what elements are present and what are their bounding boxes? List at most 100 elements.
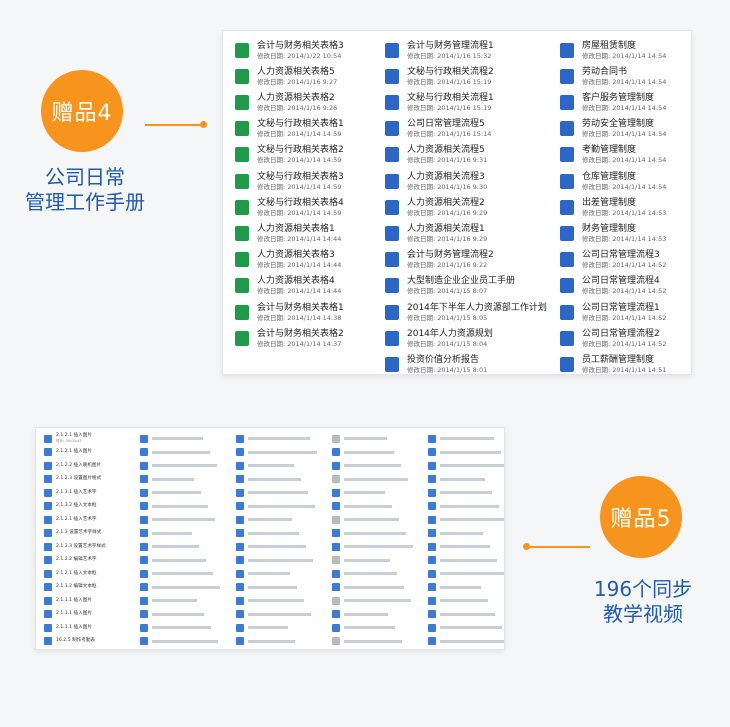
- video-name-placeholder: [440, 531, 483, 535]
- file-name: 人力资源相关表格1: [257, 223, 335, 234]
- video-name-placeholder: [344, 437, 387, 440]
- file-item[interactable]: excel-icon 人力资源相关表格1修改日期: 2014/1/14 14:44: [235, 220, 385, 246]
- file-item[interactable]: word-icon 人力资源相关流程5修改日期: 2014/1/16 9:31: [385, 142, 560, 168]
- file-item[interactable]: excel-icon 文秘与行政相关表格4修改日期: 2014/1/14 14:5…: [235, 194, 385, 220]
- video-item[interactable]: 2.1.2.3 设置艺术字样式: [44, 540, 106, 553]
- file-item[interactable]: excel-icon 人力资源相关表格5修改日期: 2014/1/16 9:27: [235, 63, 385, 89]
- video-duration: 时长: 00:00:47: [56, 439, 82, 443]
- file-text: 考勤管理制度 修改日期: 2014/1/14 14:54: [582, 144, 666, 165]
- file-item[interactable]: excel-icon 文秘与行政相关表格2修改日期: 2014/1/14 14:5…: [235, 142, 385, 168]
- file-item[interactable]: excel-icon 会计与财务相关表格2修改日期: 2014/1/14 14:3…: [235, 325, 385, 351]
- file-item[interactable]: word-icon 公司日常管理流程4修改日期: 2014/1/14 14:52: [560, 273, 690, 299]
- video-item[interactable]: 2.1.1.2 编辑文本框: [44, 581, 97, 594]
- file-modified-date: 修改日期: 2014/1/22 10:54: [257, 51, 342, 60]
- file-item[interactable]: word-icon 公司日常管理流程5修改日期: 2014/1/16 15:14: [385, 116, 560, 142]
- video-item[interactable]: 2.1.2.2 编辑艺术字: [44, 554, 97, 567]
- video-item-placeholder: [428, 621, 502, 634]
- file-text: 会计与财务相关表格3 修改日期: 2014/1/22 10:54: [257, 40, 344, 61]
- file-item[interactable]: excel-icon 人力资源相关表格2修改日期: 2014/1/16 9:26: [235, 89, 385, 115]
- video-file-icon: [44, 637, 52, 645]
- file-item[interactable]: word-icon 人力资源相关流程1修改日期: 2014/1/16 9:29: [385, 220, 560, 246]
- file-item[interactable]: excel-icon 人力资源相关表格4修改日期: 2014/1/14 14:44: [235, 273, 385, 299]
- file-name: 仓库管理制度: [582, 171, 637, 182]
- video-item[interactable]: 2.1.2.2 插入联机图片: [44, 459, 101, 472]
- video-name-placeholder: [440, 450, 501, 454]
- file-item[interactable]: word-icon 劳动合同书修改日期: 2014/1/14 14:54: [560, 63, 690, 89]
- file-modified-date: 修改日期: 2014/1/14 14:54: [582, 77, 667, 86]
- video-file-icon: [332, 488, 340, 497]
- video-file-icon: [44, 623, 52, 632]
- file-item[interactable]: word-icon 劳动安全管理制度修改日期: 2014/1/14 14:54: [560, 116, 690, 142]
- video-file-icon: [332, 583, 340, 591]
- gift4-connector-line: [145, 124, 203, 126]
- file-name: 人力资源相关表格3: [257, 250, 335, 261]
- file-item[interactable]: word-icon 2014年下半年人力资源部工作计划修改日期: 2014/1/1…: [385, 299, 560, 325]
- file-item[interactable]: word-icon 考勤管理制度修改日期: 2014/1/14 14:54: [560, 142, 690, 168]
- file-name: 文秘与行政相关表格1: [257, 119, 344, 130]
- video-item[interactable]: 2.1.1.1 插入图片: [44, 594, 92, 607]
- video-item[interactable]: 2.1.2.1 插入艺术字: [44, 513, 97, 526]
- video-file-icon: [332, 475, 340, 483]
- video-file-icon: [236, 515, 244, 524]
- file-item[interactable]: excel-icon 文秘与行政相关表格1修改日期: 2014/1/14 14:5…: [235, 116, 385, 142]
- video-item-placeholder: [236, 459, 294, 472]
- file-item[interactable]: excel-icon 会计与财务相关表格3修改日期: 2014/1/22 10:5…: [235, 37, 385, 63]
- video-text: 2.1.2.2 编辑艺术字: [56, 557, 97, 563]
- file-text: 文秘与行政相关表格2 修改日期: 2014/1/14 14:59: [257, 144, 344, 165]
- video-item[interactable]: 2.1.2.1 插入图片 时长: 00:00:47: [44, 432, 92, 445]
- file-item[interactable]: word-icon 员工薪酬管理制度修改日期: 2014/1/14 14:51: [560, 351, 690, 374]
- video-file-icon: [428, 448, 436, 456]
- file-text: 人力资源相关表格5 修改日期: 2014/1/16 9:27: [257, 66, 337, 87]
- video-item[interactable]: 2.1.3.2 插入文本框: [44, 500, 97, 513]
- file-text: 出差管理制度 修改日期: 2014/1/14 14:53: [582, 197, 666, 218]
- file-item[interactable]: word-icon 文秘与行政相关流程1修改日期: 2014/1/16 15:19: [385, 89, 560, 115]
- file-item[interactable]: word-icon 大型制造企业企业员工手册修改日期: 2014/1/15 8:0…: [385, 273, 560, 299]
- word-icon: word-icon: [385, 225, 399, 241]
- video-item[interactable]: 2.1.3 设置艺术字样式: [44, 527, 101, 540]
- video-file-icon: [236, 569, 244, 578]
- video-item-placeholder: [140, 486, 201, 499]
- file-item[interactable]: word-icon 房屋租赁制度修改日期: 2014/1/14 14:54: [560, 37, 690, 63]
- file-item[interactable]: word-icon 公司日常管理流程2修改日期: 2014/1/14 14:52: [560, 325, 690, 351]
- video-name-placeholder: [440, 477, 485, 481]
- video-file-icon: [44, 475, 52, 483]
- file-item[interactable]: excel-icon 文秘与行政相关表格3修改日期: 2014/1/14 14:5…: [235, 168, 385, 194]
- video-item[interactable]: 16.2.5 制作考勤表: [44, 635, 95, 648]
- file-item[interactable]: word-icon 人力资源相关流程2修改日期: 2014/1/16 9:29: [385, 194, 560, 220]
- file-item[interactable]: word-icon 客户服务管理制度修改日期: 2014/1/14 14:54: [560, 89, 690, 115]
- video-item[interactable]: 2.1.1.1 插入图片: [44, 608, 92, 621]
- excel-icon: excel-icon: [235, 199, 249, 215]
- video-item-placeholder: [236, 446, 317, 459]
- file-name: 2014年下半年人力资源部工作计划: [407, 302, 547, 313]
- video-item[interactable]: 2.1.2.3 设置图片格式: [44, 473, 101, 486]
- word-icon: word-icon: [560, 199, 574, 215]
- video-name-placeholder: [440, 545, 490, 548]
- video-file-icon: [332, 623, 340, 632]
- gift4-file-list-panel: excel-icon 会计与财务相关表格3修改日期: 2014/1/22 10:5…: [222, 30, 692, 375]
- video-name-placeholder: [440, 504, 499, 508]
- video-file-icon: [140, 448, 148, 456]
- video-item-placeholder: [428, 473, 485, 486]
- file-item[interactable]: word-icon 2014年人力资源规划修改日期: 2014/1/15 8:04: [385, 325, 560, 351]
- file-item[interactable]: word-icon 仓库管理制度修改日期: 2014/1/14 14:54: [560, 168, 690, 194]
- file-item[interactable]: excel-icon 会计与财务相关表格1修改日期: 2014/1/14 14:3…: [235, 299, 385, 325]
- file-item[interactable]: word-icon 公司日常管理流程3修改日期: 2014/1/14 14:52: [560, 247, 690, 273]
- video-name-placeholder: [248, 572, 290, 575]
- file-item[interactable]: word-icon 文秘与行政相关流程2修改日期: 2014/1/16 15:19: [385, 63, 560, 89]
- file-item[interactable]: word-icon 人力资源相关流程3修改日期: 2014/1/16 9:30: [385, 168, 560, 194]
- file-item[interactable]: word-icon 公司日常管理流程1修改日期: 2014/1/14 14:52: [560, 299, 690, 325]
- file-item[interactable]: word-icon 财务管理制度修改日期: 2014/1/14 14:53: [560, 220, 690, 246]
- video-file-icon: [140, 556, 148, 564]
- video-item[interactable]: 2.1.3.1 插入艺术字: [44, 486, 97, 499]
- video-name-placeholder: [344, 518, 399, 521]
- file-text: 公司日常管理流程4 修改日期: 2014/1/14 14:52: [582, 275, 666, 296]
- file-item[interactable]: word-icon 会计与财务管理流程1修改日期: 2014/1/16 15:32: [385, 37, 560, 63]
- file-item[interactable]: word-icon 出差管理制度修改日期: 2014/1/14 14:53: [560, 194, 690, 220]
- file-name: 公司日常管理流程3: [582, 250, 660, 261]
- video-item[interactable]: 2.1.2.1 插入图片: [44, 446, 92, 459]
- file-item[interactable]: word-icon 投资价值分析报告修改日期: 2014/1/15 8:01: [385, 351, 560, 374]
- video-item[interactable]: 2.1.2.1 插入文本框: [44, 567, 97, 580]
- file-item[interactable]: word-icon 会计与财务管理流程2修改日期: 2014/1/16 9:22: [385, 247, 560, 273]
- file-item[interactable]: excel-icon 人力资源相关表格3修改日期: 2014/1/14 14:44: [235, 247, 385, 273]
- video-item[interactable]: 2.1.1.1 插入图片: [44, 621, 92, 634]
